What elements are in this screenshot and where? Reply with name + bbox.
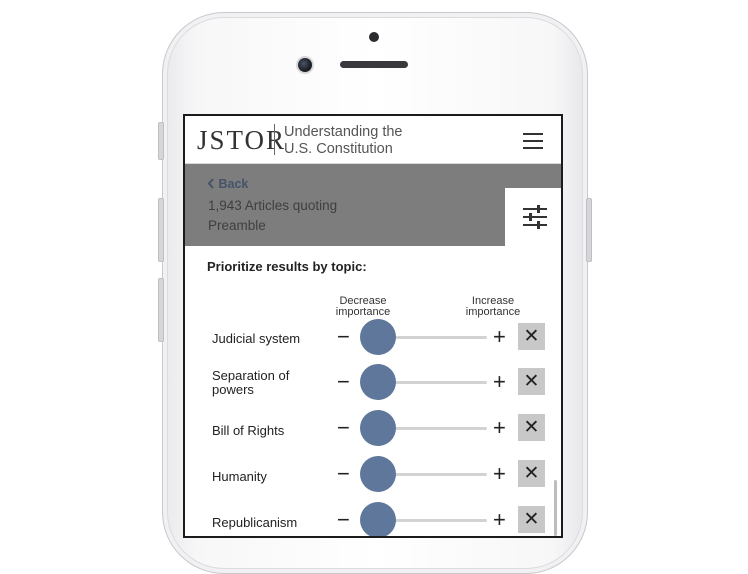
logo-divider bbox=[274, 124, 275, 155]
importance-slider-knob[interactable] bbox=[360, 410, 396, 446]
subtitle-line-1: Understanding the bbox=[284, 124, 403, 140]
topic-row-judicial-system: Judicial system − + ✕ bbox=[185, 318, 561, 358]
remove-topic-button[interactable]: ✕ bbox=[518, 414, 545, 441]
importance-slider-knob[interactable] bbox=[360, 319, 396, 355]
topic-row-humanity: Humanity − + ✕ bbox=[185, 456, 561, 496]
decrease-button[interactable]: − bbox=[337, 509, 350, 531]
remove-topic-button[interactable]: ✕ bbox=[518, 460, 545, 487]
increase-importance-label: Increase importance bbox=[465, 295, 521, 318]
importance-slider-knob[interactable] bbox=[360, 502, 396, 536]
decrease-button[interactable]: − bbox=[337, 371, 350, 393]
decrease-button[interactable]: − bbox=[337, 417, 350, 439]
volume-down-button bbox=[158, 198, 164, 262]
topic-label: Republicanism bbox=[212, 515, 298, 530]
increase-button[interactable]: + bbox=[493, 463, 506, 485]
remove-topic-button[interactable]: ✕ bbox=[518, 368, 545, 395]
front-camera-icon bbox=[298, 58, 312, 72]
chevron-left-icon bbox=[207, 178, 214, 189]
topic-row-republicanism: Republicanism − + ✕ bbox=[185, 502, 561, 536]
power-button bbox=[586, 198, 592, 262]
importance-slider-knob[interactable] bbox=[360, 456, 396, 492]
phone-screen: JSTOR Understanding the U.S. Constitutio… bbox=[183, 114, 563, 538]
importance-slider-knob[interactable] bbox=[360, 364, 396, 400]
sliders-icon[interactable] bbox=[522, 204, 548, 230]
topic-label: Judicial system bbox=[212, 331, 301, 346]
hamburger-menu-icon[interactable] bbox=[523, 131, 545, 149]
topic-label: Separation of powers bbox=[212, 368, 290, 397]
results-term: Preamble bbox=[208, 218, 266, 233]
topic-label: Humanity bbox=[212, 469, 267, 484]
prioritize-heading: Prioritize results by topic: bbox=[207, 259, 367, 274]
scrollbar[interactable] bbox=[554, 480, 557, 536]
decrease-button[interactable]: − bbox=[337, 463, 350, 485]
decrease-button[interactable]: − bbox=[337, 326, 350, 348]
app-header: JSTOR Understanding the U.S. Constitutio… bbox=[185, 116, 561, 164]
topic-row-bill-of-rights: Bill of Rights − + ✕ bbox=[185, 410, 561, 450]
increase-button[interactable]: + bbox=[493, 417, 506, 439]
proximity-sensor bbox=[369, 32, 379, 42]
jstor-logo[interactable]: JSTOR bbox=[197, 126, 286, 154]
increase-button[interactable]: + bbox=[493, 371, 506, 393]
site-subtitle: Understanding the U.S. Constitution bbox=[284, 124, 403, 158]
decrease-importance-label: Decrease importance bbox=[335, 295, 391, 318]
results-summary: 1,943 Articles quoting Preamble bbox=[208, 196, 337, 236]
results-count: 1,943 Articles quoting bbox=[208, 198, 338, 213]
subtitle-line-2: U.S. Constitution bbox=[284, 141, 393, 157]
increase-button[interactable]: + bbox=[493, 326, 506, 348]
remove-topic-button[interactable]: ✕ bbox=[518, 323, 545, 350]
earpiece-speaker bbox=[340, 61, 408, 68]
topic-row-separation-of-powers: Separation of powers − + ✕ bbox=[185, 364, 561, 404]
back-link[interactable]: Back bbox=[207, 177, 248, 191]
topic-label: Bill of Rights bbox=[212, 423, 285, 438]
increase-button[interactable]: + bbox=[493, 509, 506, 531]
volume-up-button bbox=[158, 122, 164, 160]
mute-switch bbox=[158, 278, 164, 342]
back-label: Back bbox=[218, 177, 249, 191]
